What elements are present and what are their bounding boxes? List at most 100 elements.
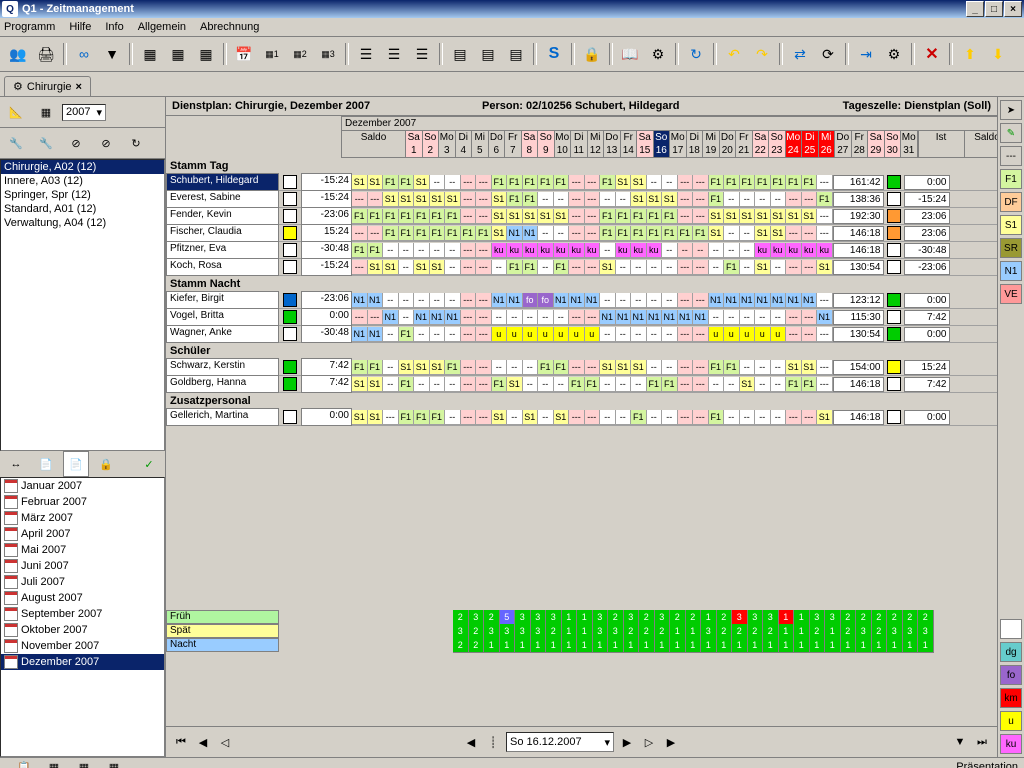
shift-cell[interactable]: --- [476,377,492,392]
shift-cell[interactable]: S1 [724,209,740,224]
shift-cell[interactable]: -- [755,377,771,392]
dept-item[interactable]: Springer, Spr (12) [1,188,164,202]
shift-cell[interactable]: S1 [554,209,570,224]
shift-cell[interactable]: F1 [430,410,446,425]
employee-row[interactable]: Pfitzner, Eva -30:48 F1F1---------------… [166,242,997,259]
redo-button[interactable]: ↷ [749,41,775,67]
check-button[interactable]: ✓ [136,451,162,477]
shift-cell[interactable]: S1 [817,260,833,275]
shift-cell[interactable]: S1 [368,260,384,275]
shift-cell[interactable]: S1 [771,209,787,224]
shift-cell[interactable]: --- [476,260,492,275]
shift-cell[interactable]: -- [414,327,430,342]
shift-cell[interactable]: -- [399,310,415,325]
month-item[interactable]: April 2007 [1,526,164,542]
shift-cell[interactable]: -- [740,243,756,258]
shift-cell[interactable]: -- [600,293,616,308]
nav-day-prev[interactable]: ◀ [462,733,480,751]
shift-cell[interactable]: F1 [662,226,678,241]
dash-tool[interactable]: --- [1000,146,1022,166]
dept-item[interactable]: Innere, A03 (12) [1,174,164,188]
shift-cell[interactable]: S1 [492,209,508,224]
employee-row[interactable]: Fender, Kevin -23:06 F1F1F1F1F1F1F1-----… [166,208,997,225]
shift-cell[interactable]: F1 [368,360,384,375]
shift-cell[interactable]: --- [585,192,601,207]
shift-cell[interactable]: F1 [414,410,430,425]
shift-cell[interactable]: N1 [368,293,384,308]
shift-cell[interactable]: S1 [600,360,616,375]
shift-cell[interactable]: F1 [786,377,802,392]
employee-name[interactable]: Fischer, Claudia [166,224,279,242]
legend-item[interactable]: km [1000,688,1022,708]
shift-cell[interactable]: ku [507,243,523,258]
shift-cell[interactable]: --- [476,175,492,190]
shift-cell[interactable]: -- [616,260,632,275]
shift-cell[interactable]: S1 [523,209,539,224]
grid-button[interactable]: ▦ [193,41,219,67]
shift-cell[interactable]: --- [817,360,833,375]
gear-button[interactable]: ⚙ [645,41,671,67]
nav-last[interactable]: ⏭ [973,733,991,751]
legend-item[interactable]: fo [1000,665,1022,685]
shift-cell[interactable]: S1 [430,192,446,207]
shift-cell[interactable]: -- [662,360,678,375]
eraser-tool[interactable]: ✎ [1000,123,1022,143]
legend-item[interactable]: S1 [1000,215,1022,235]
shift-cell[interactable]: --- [585,260,601,275]
shift-cell[interactable]: u [538,327,554,342]
employee-name[interactable]: Goldberg, Hanna [166,375,279,393]
shift-cell[interactable]: -- [399,260,415,275]
shift-cell[interactable]: --- [802,327,818,342]
shift-cell[interactable]: u [755,327,771,342]
s-button[interactable]: S [541,41,567,67]
shift-cell[interactable]: -- [771,360,787,375]
employee-row[interactable]: Schwarz, Kerstin 7:42 F1F1--S1S1S1F1----… [166,359,997,376]
shift-cell[interactable]: -- [724,243,740,258]
undo-button[interactable]: ↶ [721,41,747,67]
status-tool[interactable]: 📋 [11,754,37,768]
shift-cell[interactable]: F1 [678,226,694,241]
shift-cell[interactable]: --- [817,327,833,342]
shift-cell[interactable]: F1 [554,360,570,375]
shift-cell[interactable]: F1 [600,175,616,190]
shift-cell[interactable]: ku [554,243,570,258]
shift-cell[interactable]: -- [724,226,740,241]
shift-cell[interactable]: --- [461,327,477,342]
shift-cell[interactable]: --- [461,293,477,308]
shift-cell[interactable]: N1 [709,293,725,308]
shift-cell[interactable]: -- [383,360,399,375]
shift-cell[interactable]: --- [352,310,368,325]
close-tab-icon[interactable]: × [76,81,82,93]
view-button[interactable]: ☰ [353,41,379,67]
shift-cell[interactable]: F1 [523,260,539,275]
tab-chirurgie[interactable]: ⚙ Chirurgie × [4,76,91,96]
month-item[interactable]: Juni 2007 [1,558,164,574]
shift-cell[interactable]: -- [554,226,570,241]
shift-cell[interactable]: --- [817,226,833,241]
shift-cell[interactable]: -- [600,410,616,425]
nav-next2[interactable]: ▷ [640,733,658,751]
doc-button[interactable]: 📄 [63,451,89,477]
shift-cell[interactable]: N1 [616,310,632,325]
shift-cell[interactable]: --- [476,410,492,425]
shift-cell[interactable]: F1 [616,209,632,224]
shift-cell[interactable]: S1 [755,226,771,241]
shift-cell[interactable]: ku [538,243,554,258]
shift-cell[interactable]: S1 [538,209,554,224]
view-button[interactable]: ▤ [447,41,473,67]
employee-name[interactable]: Schwarz, Kerstin [166,358,279,376]
shift-cell[interactable]: -- [616,293,632,308]
shift-cell[interactable]: -- [445,260,461,275]
legend-item[interactable]: DF [1000,192,1022,212]
legend-item[interactable] [1000,619,1022,639]
shift-cell[interactable]: -- [492,310,508,325]
shift-cell[interactable]: F1 [507,192,523,207]
shift-cell[interactable]: F1 [647,226,663,241]
shift-cell[interactable]: -- [755,310,771,325]
shift-cell[interactable]: --- [678,377,694,392]
shift-cell[interactable]: N1 [492,293,508,308]
shift-cell[interactable]: N1 [817,310,833,325]
shift-cell[interactable]: F1 [523,175,539,190]
shift-cell[interactable]: S1 [492,226,508,241]
shift-cell[interactable]: ku [631,243,647,258]
